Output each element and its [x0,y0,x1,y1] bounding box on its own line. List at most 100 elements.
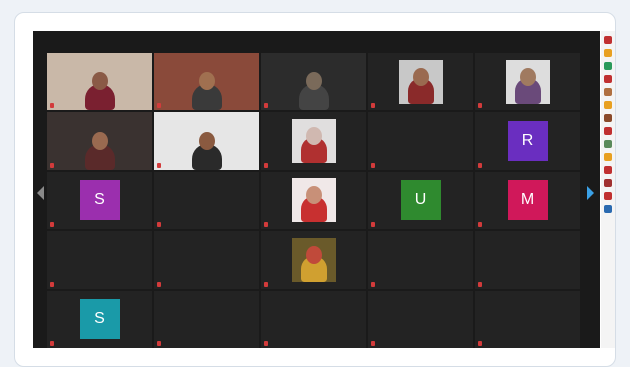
participant-label [157,222,163,228]
participant-label [478,222,484,228]
participant-label [157,162,163,168]
muted-mic-icon [371,281,375,287]
muted-mic-icon [157,222,161,228]
app-icon[interactable] [604,140,612,148]
participant-label [371,162,377,168]
previous-page-arrow-icon[interactable] [37,186,44,200]
participant-video [47,53,152,111]
participant-gallery: R S U M S [47,53,580,348]
muted-mic-icon [264,341,268,346]
participant-video [261,53,366,111]
participant-label [50,103,56,109]
participant-tile[interactable] [261,171,366,230]
app-icon[interactable] [604,127,612,135]
participant-tile[interactable] [154,231,259,289]
participant-head [305,245,322,264]
participant-tile[interactable] [154,290,259,348]
participant-label [157,103,163,109]
participant-label [478,162,484,168]
participant-profile-photo [398,59,443,104]
app-icon[interactable] [604,49,612,57]
participant-profile-photo [291,178,336,223]
participant-avatar: S [79,180,120,221]
participant-tile[interactable] [47,53,152,111]
participant-label [478,281,484,287]
muted-mic-icon [50,162,54,168]
participant-label [50,162,56,168]
participant-label [50,281,56,287]
participant-label [371,103,377,109]
app-icon[interactable] [604,114,612,122]
participant-tile[interactable] [261,53,366,111]
participant-tile[interactable] [368,53,473,111]
muted-mic-icon [157,103,161,109]
participant-tile[interactable] [368,231,473,289]
app-icon[interactable] [604,205,612,213]
app-icon[interactable] [604,153,612,161]
participant-head [91,131,108,150]
participant-label [264,103,270,109]
participant-tile[interactable]: S [47,290,152,348]
participant-tile[interactable] [261,112,366,170]
muted-mic-icon [157,162,161,168]
muted-mic-icon [157,341,161,346]
participant-label [157,281,163,287]
participant-head [305,127,322,146]
muted-mic-icon [478,222,482,228]
participant-label [157,341,163,346]
participant-avatar: S [79,299,120,340]
participant-tile[interactable] [154,53,259,111]
app-icon[interactable] [604,75,612,83]
participant-tile[interactable] [154,171,259,230]
participant-tile[interactable]: M [475,171,580,230]
muted-mic-icon [50,222,54,228]
participant-tile[interactable] [261,231,366,289]
app-icon[interactable] [604,88,612,96]
participant-label [264,222,270,228]
participant-head [305,186,322,205]
muted-mic-icon [478,103,482,109]
participant-tile[interactable] [475,231,580,289]
participant-tile[interactable] [475,53,580,111]
muted-mic-icon [264,103,268,109]
participant-label [478,341,484,346]
video-call-window: R S U M S [33,31,600,348]
participant-label [50,222,56,228]
participant-tile[interactable] [261,290,366,348]
participant-label [50,341,56,346]
app-icon[interactable] [604,62,612,70]
participant-tile[interactable] [47,112,152,170]
muted-mic-icon [264,281,268,287]
participant-label [478,103,484,109]
next-page-arrow-icon[interactable] [587,186,594,200]
participant-label [264,162,270,168]
participant-label [264,341,270,346]
app-icon[interactable] [604,192,612,200]
participant-tile[interactable]: R [475,112,580,170]
participant-label [371,341,377,346]
participant-head [305,72,322,91]
muted-mic-icon [264,222,268,228]
participant-tile[interactable]: S [47,171,152,230]
app-icon[interactable] [604,101,612,109]
participant-profile-photo [291,237,336,282]
participant-tile[interactable] [47,231,152,289]
muted-mic-icon [50,103,54,109]
participant-tile[interactable] [154,112,259,170]
muted-mic-icon [157,281,161,287]
participant-tile[interactable] [475,290,580,348]
app-icon[interactable] [604,36,612,44]
participant-profile-photo [291,119,336,164]
screenshot-card: R S U M S [14,12,616,367]
participant-video [154,53,259,111]
participant-label [371,222,377,228]
app-icon[interactable] [604,166,612,174]
participant-video [47,112,152,170]
participant-tile[interactable] [368,112,473,170]
muted-mic-icon [50,341,54,346]
participant-tile[interactable]: U [368,171,473,230]
muted-mic-icon [371,162,375,168]
participant-tile[interactable] [368,290,473,348]
muted-mic-icon [478,281,482,287]
app-icon[interactable] [604,179,612,187]
